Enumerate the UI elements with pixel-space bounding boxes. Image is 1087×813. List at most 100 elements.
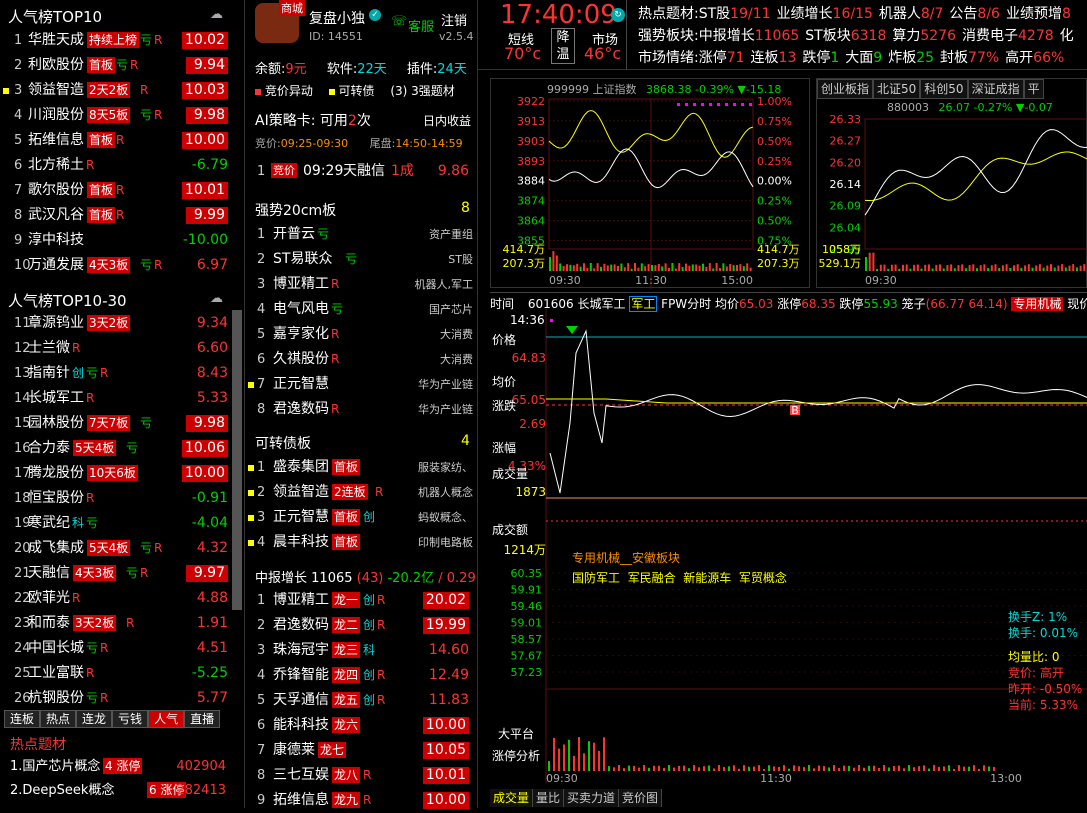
- stock-row[interactable]: 10 万通发展 4天3板亏 R 6.97: [0, 253, 232, 278]
- stock-row[interactable]: 9 淳中科技 -10.00: [0, 228, 232, 253]
- stat-item[interactable]: 8/6: [977, 6, 1000, 22]
- stock-row[interactable]: 4 乔锋智能 龙四创 R 12.49: [245, 663, 475, 688]
- stock-row[interactable]: 20 成飞集成 5天4板亏 R 4.32: [0, 536, 232, 561]
- stat-item[interactable]: 5276: [920, 28, 956, 44]
- stat-item[interactable]: 8: [1062, 6, 1071, 22]
- stock-row[interactable]: 1 博亚精工 龙一创 R 20.02: [245, 588, 475, 613]
- stock-row[interactable]: 6 北方稀土 R -6.79: [0, 153, 232, 178]
- bottom-tab[interactable]: 买卖力道: [564, 789, 620, 807]
- stat-item[interactable]: 25: [916, 50, 934, 66]
- stat-item[interactable]: ST股: [699, 6, 730, 22]
- stock-row[interactable]: 25 工业富联 R -5.25: [0, 661, 232, 686]
- stock-row[interactable]: 14 长城军工 R 5.33: [0, 386, 232, 411]
- stat-item[interactable]: 19/11: [730, 6, 770, 22]
- stat-item[interactable]: 大面: [845, 50, 873, 66]
- stock-row[interactable]: 12 士兰微 R 6.60: [0, 336, 232, 361]
- stock-row[interactable]: 11 章源钨业 3天2板 9.34: [0, 311, 232, 336]
- stock-row[interactable]: 5 拓维信息 首板 R 10.00: [0, 128, 232, 153]
- stat-item[interactable]: 跌停: [802, 50, 830, 66]
- stat-item[interactable]: 连板: [751, 50, 779, 66]
- stock-row[interactable]: 2 ST易联众亏 ST股: [245, 247, 475, 272]
- second-index-chart[interactable]: 创业板指 北证50 科创50 深证成指平 880003 26.07 -0.27% ▼-…: [816, 78, 1087, 288]
- stock-row[interactable]: 4 晨丰科技 首板 印制电路板: [245, 530, 475, 555]
- stat-item[interactable]: 1: [830, 50, 839, 66]
- stat-item[interactable]: 13: [779, 50, 797, 66]
- stat-item[interactable]: 66%: [1033, 50, 1064, 66]
- stat-item[interactable]: 公告: [949, 6, 977, 22]
- mall-badge[interactable]: 商城: [279, 0, 305, 16]
- stock-row[interactable]: 3 博亚精工 R 机器人,军工: [245, 272, 475, 297]
- wechat-icon[interactable]: ☏: [391, 14, 407, 29]
- tab-连龙[interactable]: 连龙: [76, 710, 113, 728]
- stat-item[interactable]: 业绩增长: [777, 6, 833, 22]
- stock-row[interactable]: 8 君逸数码 R 华为产业链: [245, 397, 475, 422]
- stat-item[interactable]: 封板: [940, 50, 968, 66]
- stock-row[interactable]: 24 中国长城亏 R 4.51: [0, 636, 232, 661]
- intraday-return-button[interactable]: 日内收益: [423, 112, 471, 129]
- stock-row[interactable]: 17 腾龙股份 10天6板 10.00: [0, 461, 232, 486]
- tab-热点[interactable]: 热点: [40, 710, 77, 728]
- stock-row[interactable]: 3 珠海冠宇 龙三科 14.60: [245, 638, 475, 663]
- refresh-icon[interactable]: ↻: [611, 8, 625, 22]
- stock-row[interactable]: 7 歌尔股份 首板 R 10.01: [0, 178, 232, 203]
- tab-连板[interactable]: 连板: [4, 710, 41, 728]
- stock-row[interactable]: 6 能科科技 龙六 10.00: [245, 713, 475, 738]
- stat-item[interactable]: 6318: [851, 28, 887, 44]
- stat-item[interactable]: ST板块: [805, 28, 850, 44]
- limit-analysis-label[interactable]: 涨停分析: [492, 747, 540, 764]
- stat-item[interactable]: 8/7: [921, 6, 944, 22]
- tab-直播[interactable]: 直播: [184, 710, 221, 728]
- stat-item[interactable]: 消费电子: [962, 28, 1018, 44]
- stat-item[interactable]: 4278: [1018, 28, 1054, 44]
- stat-item[interactable]: 炸板: [888, 50, 916, 66]
- stock-row[interactable]: 7 康德莱 龙七 10.05: [245, 738, 475, 763]
- stock-row[interactable]: 18 恒宝股份 R -0.91: [0, 486, 232, 511]
- bottom-tab[interactable]: 竞价图: [619, 789, 663, 807]
- hot-topic-row[interactable]: 2.DeepSeek概念 6 涨停 282413: [0, 778, 240, 803]
- stock-row[interactable]: 8 武汉凡谷 首板 R 9.99: [0, 203, 232, 228]
- stock-row[interactable]: 15 园林股份 7天7板亏 9.98: [0, 411, 232, 436]
- stock-row[interactable]: 1 开普云亏 资产重组: [245, 222, 475, 247]
- stock-row[interactable]: 26 杭钢股份亏 R 5.77: [0, 686, 232, 711]
- stock-row[interactable]: 6 久祺股份 R 大消费: [245, 347, 475, 372]
- stock-row[interactable]: 19 寒武纪科亏 -4.04: [0, 511, 232, 536]
- stock-row[interactable]: 4 电气风电亏 国产芯片: [245, 297, 475, 322]
- stock-row[interactable]: 2 君逸数码 龙二创 R 19.99: [245, 613, 475, 638]
- stat-item[interactable]: 业绩预增: [1006, 6, 1062, 22]
- stock-row[interactable]: 5 天孚通信 龙五创 R 11.83: [245, 688, 475, 713]
- scrollbar[interactable]: [232, 310, 242, 610]
- stat-item[interactable]: 涨停: [699, 50, 727, 66]
- stat-item[interactable]: 11065: [755, 28, 800, 44]
- stock-row[interactable]: 5 嘉亨家化 R 大消费: [245, 322, 475, 347]
- cloud-icon[interactable]: ☁: [210, 291, 223, 306]
- tab-人气[interactable]: 人气: [148, 710, 185, 728]
- stat-item[interactable]: 机器人: [879, 6, 921, 22]
- tab-亏钱[interactable]: 亏钱: [112, 710, 149, 728]
- bottom-tab[interactable]: 成交量: [490, 789, 534, 807]
- stat-item[interactable]: 化: [1060, 28, 1074, 44]
- platform-label[interactable]: 大平台: [498, 725, 534, 742]
- stock-row[interactable]: 2 利欧股份 首板亏 R 9.94: [0, 53, 232, 78]
- stock-row[interactable]: 23 和而泰 3天2板 R 1.91: [0, 611, 232, 636]
- bottom-tab[interactable]: 量比: [533, 789, 565, 807]
- stock-row[interactable]: 21 天融信 4天3板亏 R 9.97: [0, 561, 232, 586]
- service-link[interactable]: 客服: [408, 16, 434, 35]
- stat-item[interactable]: 9: [873, 50, 882, 66]
- stock-intraday-chart[interactable]: 时间 601606 长城军工 军工 FPW分时 均价65.03 涨停68.35 …: [490, 292, 1087, 808]
- stock-row[interactable]: 1 华胜天成 持续上榜亏 R 10.02: [0, 28, 232, 53]
- stock-row[interactable]: 4 川润股份 8天5板亏 R 9.98: [0, 103, 232, 128]
- cloud-icon[interactable]: ☁: [210, 7, 223, 22]
- stat-item[interactable]: 16/15: [833, 6, 873, 22]
- stock-row[interactable]: 9 拓维信息 龙九 R 10.00: [245, 788, 475, 813]
- stock-row[interactable]: 3 领益智造 2天2板 R 10.03: [0, 78, 232, 103]
- stock-row[interactable]: 13 指南针创亏 R 8.43: [0, 361, 232, 386]
- stock-row[interactable]: 7 正元智慧 华为产业链: [245, 372, 475, 397]
- stock-row[interactable]: 1 盛泰集团 首板 服装家纺、: [245, 455, 475, 480]
- stat-item[interactable]: 算力: [892, 28, 920, 44]
- stock-row[interactable]: 22 欧菲光 R 4.88: [0, 586, 232, 611]
- stat-item[interactable]: 71: [727, 50, 745, 66]
- logout-link[interactable]: 注销: [441, 10, 467, 29]
- stat-item[interactable]: 高开: [1005, 50, 1033, 66]
- hot-topic-row[interactable]: 1.国产芯片概念 4 涨停 402904: [0, 754, 240, 779]
- stat-item[interactable]: 中报增长: [699, 28, 755, 44]
